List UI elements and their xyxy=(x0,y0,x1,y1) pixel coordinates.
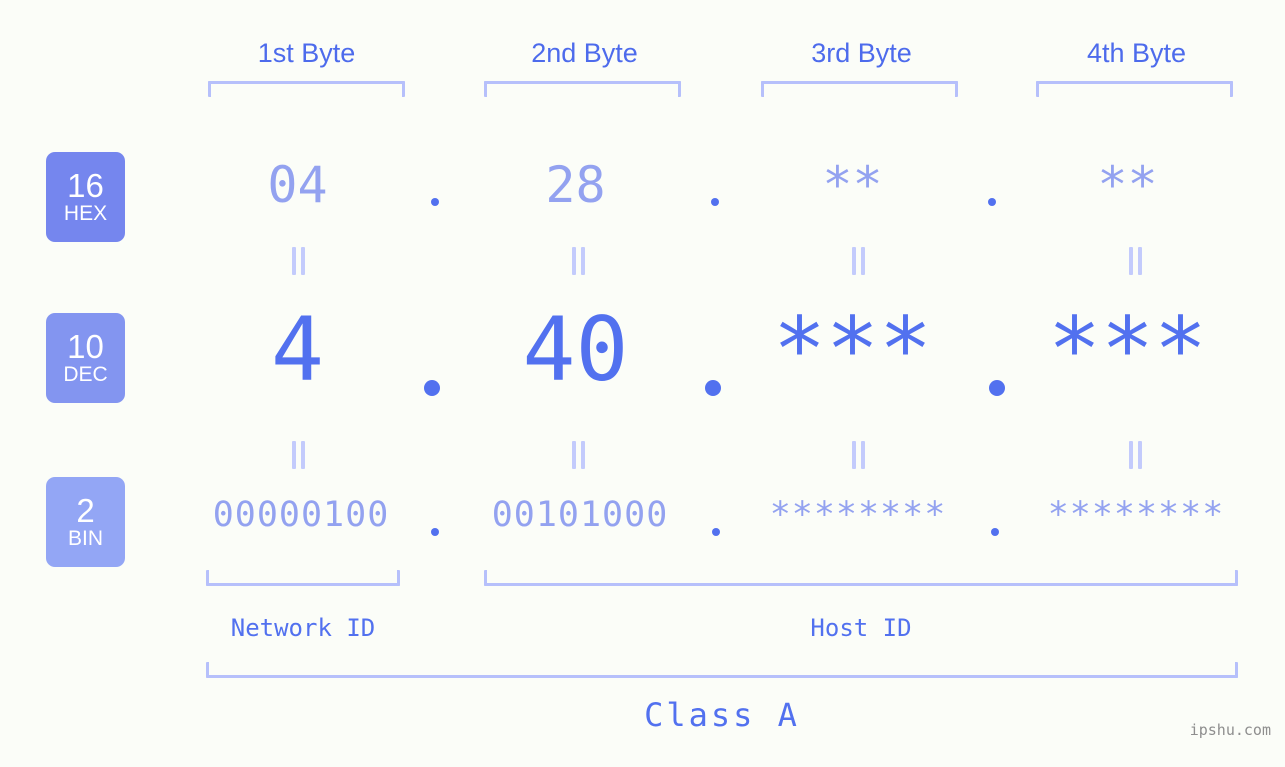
equals-marker-dec-bin-1 xyxy=(289,441,307,469)
equals-marker-dec-bin-3 xyxy=(849,441,867,469)
dec-byte-4: *** xyxy=(1048,298,1207,401)
hex-separator-dot-2 xyxy=(711,198,719,206)
base-badge-bin-label: BIN xyxy=(67,526,103,550)
dec-byte-3: *** xyxy=(773,298,932,401)
byte-bracket-1 xyxy=(208,81,405,97)
hex-byte-3: ** xyxy=(822,156,883,214)
equals-marker-hex-dec-4 xyxy=(1126,247,1144,275)
byte-header-1: 1st Byte xyxy=(257,38,356,68)
dec-separator-dot-3 xyxy=(989,380,1005,396)
dec-separator-dot-1 xyxy=(424,380,440,396)
bin-separator-dot-3 xyxy=(991,528,999,536)
host-id-label: Host ID xyxy=(810,614,912,642)
host-id-bracket xyxy=(484,570,1238,586)
bin-byte-1: 00000100 xyxy=(212,495,390,535)
bin-byte-3: ******** xyxy=(769,495,947,535)
dec-separator-dot-2 xyxy=(705,380,721,396)
equals-marker-hex-dec-1 xyxy=(289,247,307,275)
equals-marker-hex-dec-2 xyxy=(569,247,587,275)
base-badge-bin: 2 BIN xyxy=(46,477,125,567)
bin-separator-dot-1 xyxy=(431,528,439,536)
network-id-label: Network ID xyxy=(230,614,376,642)
hex-separator-dot-3 xyxy=(988,198,996,206)
byte-bracket-3 xyxy=(761,81,958,97)
hex-byte-1: 04 xyxy=(267,156,328,214)
base-badge-hex: 16 HEX xyxy=(46,152,125,242)
byte-header-3: 3rd Byte xyxy=(811,38,912,68)
base-badge-hex-number: 16 xyxy=(67,166,104,204)
watermark: ipshu.com xyxy=(1189,721,1271,739)
byte-bracket-4 xyxy=(1036,81,1233,97)
class-bracket xyxy=(206,662,1238,678)
dec-byte-1: 4 xyxy=(271,298,324,401)
hex-byte-2: 28 xyxy=(545,156,606,214)
ip-address-breakdown-diagram: 1st Byte 2nd Byte 3rd Byte 4th Byte 16 H… xyxy=(0,0,1285,767)
base-badge-hex-label: HEX xyxy=(63,201,108,225)
base-badge-bin-number: 2 xyxy=(76,491,95,529)
base-badge-dec-number: 10 xyxy=(67,327,104,365)
equals-marker-dec-bin-4 xyxy=(1126,441,1144,469)
dec-byte-2: 40 xyxy=(522,298,629,401)
network-id-bracket xyxy=(206,570,400,586)
class-label: Class A xyxy=(644,696,800,734)
bin-byte-2: 00101000 xyxy=(491,495,669,535)
byte-header-2: 2nd Byte xyxy=(531,38,638,68)
equals-marker-dec-bin-2 xyxy=(569,441,587,469)
bin-separator-dot-2 xyxy=(712,528,720,536)
base-badge-dec-label: DEC xyxy=(63,362,108,386)
equals-marker-hex-dec-3 xyxy=(849,247,867,275)
hex-separator-dot-1 xyxy=(431,198,439,206)
hex-byte-4: ** xyxy=(1097,156,1158,214)
byte-bracket-2 xyxy=(484,81,681,97)
base-badge-dec: 10 DEC xyxy=(46,313,125,403)
byte-header-4: 4th Byte xyxy=(1086,38,1187,68)
bin-byte-4: ******** xyxy=(1047,495,1225,535)
